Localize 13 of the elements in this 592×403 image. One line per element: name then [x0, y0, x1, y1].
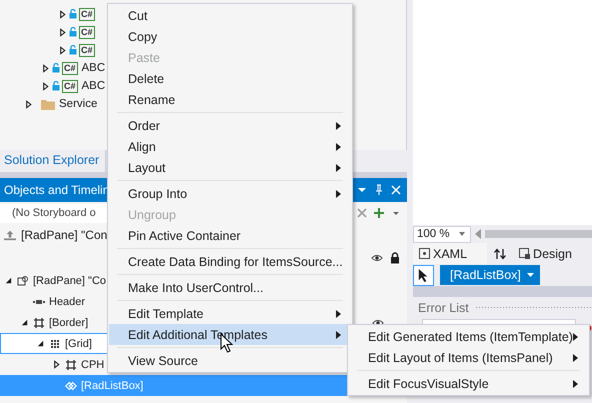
file-type-badge: C# — [79, 26, 95, 38]
element-label: [RadListBox] — [81, 380, 144, 392]
file-type-badge: C# — [62, 62, 78, 74]
element-label: CPH — [81, 358, 104, 370]
element-label: [RadPane] "Co — [33, 274, 106, 286]
file-type-badge: C# — [79, 8, 95, 20]
error-list-title: Error List — [418, 301, 469, 315]
file-type-badge: C# — [62, 80, 78, 92]
file-type-badge: C# — [79, 44, 95, 56]
element-label: [Grid] — [65, 338, 92, 350]
scope-label: [RadPane] "Con — [21, 228, 108, 242]
element-label: Header — [49, 296, 86, 308]
element-label: [Border] — [49, 316, 88, 328]
